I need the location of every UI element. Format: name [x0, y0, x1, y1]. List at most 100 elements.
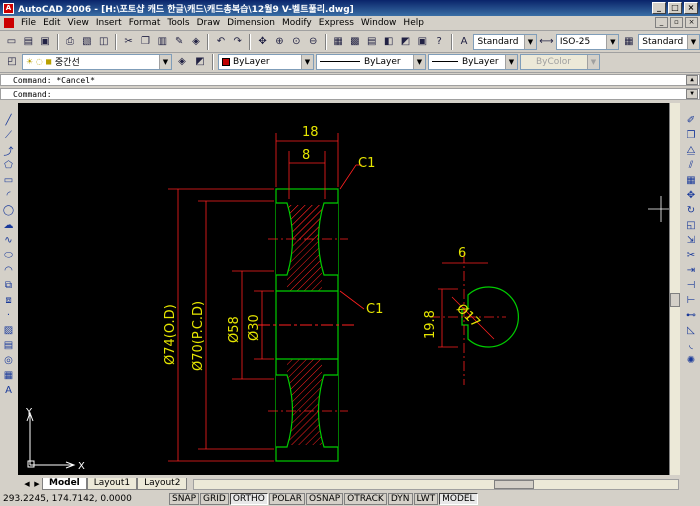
chevron-down-icon[interactable]: ▼ — [524, 34, 536, 49]
break-icon[interactable]: ⊢ — [684, 294, 698, 307]
stretch-icon[interactable]: ⇲ — [684, 234, 698, 247]
break-at-point-icon[interactable]: ⊣ — [684, 279, 698, 292]
block-editor-icon[interactable]: ◈ — [189, 34, 204, 50]
otrack-toggle[interactable]: OTRACK — [344, 493, 387, 505]
tab-layout1[interactable]: Layout1 — [86, 478, 138, 490]
plot-icon[interactable]: ⎙ — [63, 34, 78, 50]
chamfer-icon[interactable]: ◺ — [684, 324, 698, 337]
document-icon[interactable] — [4, 18, 14, 28]
multiline-text-icon[interactable]: A — [2, 384, 16, 397]
chevron-down-icon[interactable]: ▼ — [505, 54, 517, 69]
circle-icon[interactable]: ◯ — [2, 204, 16, 217]
mirror-icon[interactable]: ⧋ — [684, 144, 698, 157]
spline-icon[interactable]: ∿ — [2, 234, 16, 247]
save-icon[interactable]: ▣ — [38, 34, 53, 50]
offset-icon[interactable]: ⫽ — [684, 159, 698, 172]
ortho-toggle[interactable]: ORTHO — [229, 493, 268, 505]
doc-minimize-button[interactable]: _ — [655, 17, 668, 28]
extend-icon[interactable]: ⇥ — [684, 264, 698, 277]
hatch-icon[interactable]: ▨ — [2, 324, 16, 337]
publish-icon[interactable]: ◫ — [96, 34, 111, 50]
minimize-button[interactable]: _ — [652, 2, 666, 14]
layer-previous-icon[interactable]: ◩ — [192, 54, 208, 70]
table-icon[interactable]: ▦ — [2, 369, 16, 382]
close-button[interactable]: × — [684, 2, 698, 14]
chevron-down-icon[interactable]: ▼ — [606, 34, 619, 49]
table-style-select[interactable]: Standard ▼ — [638, 33, 700, 50]
next-tab-icon[interactable]: ▶ — [32, 480, 42, 488]
tab-layout2[interactable]: Layout2 — [137, 478, 188, 490]
zoom-window-icon[interactable]: ⊙ — [289, 34, 304, 50]
zoom-previous-icon[interactable]: ⊖ — [306, 34, 321, 50]
menu-draw[interactable]: Draw — [197, 18, 221, 28]
array-icon[interactable]: ▦ — [684, 174, 698, 187]
redo-icon[interactable]: ↷ — [230, 34, 245, 50]
menu-edit[interactable]: Edit — [43, 18, 60, 28]
copy-object-icon[interactable]: ❐ — [684, 129, 698, 142]
scroll-thumb[interactable] — [670, 293, 680, 307]
menu-window[interactable]: Window — [361, 18, 397, 28]
move-icon[interactable]: ✥ — [684, 189, 698, 202]
open-folder-icon[interactable]: ▤ — [21, 34, 36, 50]
gradient-icon[interactable]: ▤ — [2, 339, 16, 352]
vertical-scrollbar[interactable] — [669, 103, 680, 475]
ellipse-arc-icon[interactable]: ◠ — [2, 264, 16, 277]
line-icon[interactable]: ╱ — [2, 114, 16, 127]
help-icon[interactable]: ? — [432, 34, 447, 50]
doc-close-button[interactable]: × — [685, 17, 698, 28]
horizontal-scrollbar[interactable] — [193, 478, 679, 490]
insert-block-icon[interactable]: ⧉ — [2, 279, 16, 292]
linetype-select[interactable]: ByLayer ▼ — [316, 53, 426, 70]
dim-style-select[interactable]: ISO-25 ▼ — [555, 33, 620, 50]
rectangle-icon[interactable]: ▭ — [2, 174, 16, 187]
make-block-icon[interactable]: ⧈ — [2, 294, 16, 307]
text-style-icon[interactable]: A — [457, 34, 472, 50]
properties-icon[interactable]: ▦ — [331, 34, 346, 50]
chevron-down-icon[interactable]: ▼ — [301, 54, 313, 69]
join-icon[interactable]: ⊷ — [684, 309, 698, 322]
menu-view[interactable]: View — [68, 18, 89, 28]
menu-help[interactable]: Help — [403, 18, 424, 28]
chevron-down-icon[interactable]: ▼ — [413, 54, 425, 69]
table-style-icon[interactable]: ▦ — [621, 34, 636, 50]
layer-select[interactable]: ☀ ◌ ◼ 중간선 ▼ — [22, 53, 172, 70]
grid-toggle[interactable]: GRID — [200, 493, 229, 505]
menu-insert[interactable]: Insert — [96, 18, 122, 28]
lineweight-select[interactable]: ByLayer ▼ — [428, 53, 518, 70]
ellipse-icon[interactable]: ⬭ — [2, 249, 16, 262]
explode-icon[interactable]: ✺ — [684, 354, 698, 367]
polar-toggle[interactable]: POLAR — [268, 493, 306, 505]
osnap-toggle[interactable]: OSNAP — [306, 493, 344, 505]
paste-icon[interactable]: ▥ — [155, 34, 170, 50]
match-properties-icon[interactable]: ✎ — [172, 34, 187, 50]
menu-modify[interactable]: Modify — [282, 18, 312, 28]
menu-express[interactable]: Express — [319, 18, 354, 28]
drawing-area[interactable]: 18 8 C1 C1 Ø74(O.D) Ø70(P.C.D) Ø58 Ø30 6… — [18, 103, 679, 475]
tab-model[interactable]: Model — [42, 478, 87, 490]
sheet-set-icon[interactable]: ◧ — [381, 34, 396, 50]
fillet-icon[interactable]: ◟ — [684, 339, 698, 352]
first-tab-icon[interactable]: ◀ — [22, 480, 32, 488]
doc-restore-button[interactable]: ▫ — [670, 17, 683, 28]
scale-icon[interactable]: ◱ — [684, 219, 698, 232]
scroll-up-icon[interactable]: ▲ — [686, 75, 698, 85]
copy-icon[interactable]: ❐ — [138, 34, 153, 50]
layer-manager-icon[interactable]: ◰ — [4, 54, 20, 70]
plot-preview-icon[interactable]: ▧ — [79, 34, 94, 50]
revision-cloud-icon[interactable]: ☁ — [2, 219, 16, 232]
snap-toggle[interactable]: SNAP — [169, 493, 200, 505]
scroll-down-icon[interactable]: ▼ — [686, 89, 698, 99]
scroll-thumb[interactable] — [494, 479, 535, 489]
coordinate-readout[interactable]: 293.2245, 174.7142, 0.0000 — [0, 494, 168, 504]
text-style-select[interactable]: Standard ▼ — [473, 33, 537, 50]
chevron-down-icon[interactable]: ▼ — [159, 54, 171, 69]
color-select[interactable]: ByLayer ▼ — [218, 53, 314, 70]
calculator-icon[interactable]: ▣ — [415, 34, 430, 50]
dim-style-icon[interactable]: ⟷ — [539, 34, 554, 50]
zoom-realtime-icon[interactable]: ⊕ — [272, 34, 287, 50]
region-icon[interactable]: ◎ — [2, 354, 16, 367]
markup-icon[interactable]: ◩ — [398, 34, 413, 50]
erase-icon[interactable]: ✐ — [684, 114, 698, 127]
polygon-icon[interactable]: ⬠ — [2, 159, 16, 172]
undo-icon[interactable]: ↶ — [213, 34, 228, 50]
